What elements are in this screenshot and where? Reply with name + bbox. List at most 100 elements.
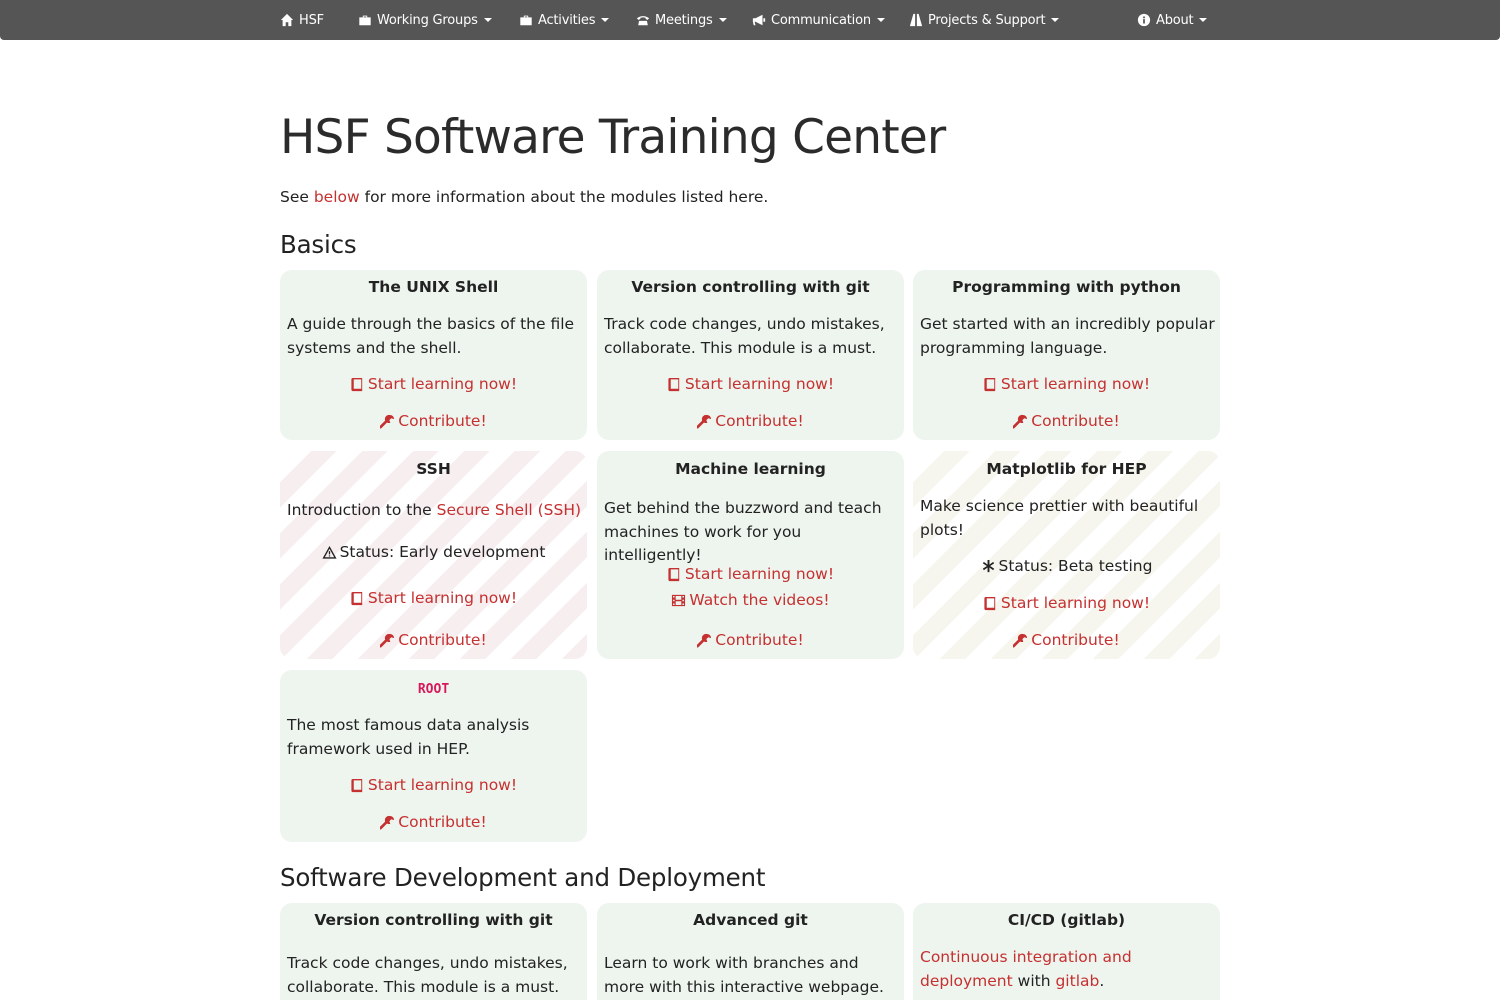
card-title: Advanced git bbox=[693, 911, 808, 929]
contribute-link[interactable]: Contribute! bbox=[913, 629, 1220, 651]
section-title-software-dev: Software Development and Deployment bbox=[280, 863, 766, 892]
card-title: Matplotlib for HEP bbox=[986, 460, 1147, 478]
nav-communication-label: Communication bbox=[771, 12, 871, 28]
book-icon bbox=[668, 567, 680, 581]
secure-shell-link[interactable]: Secure Shell (SSH) bbox=[437, 501, 581, 519]
chevron-down-icon bbox=[876, 18, 885, 22]
nav-brand-label: HSF bbox=[299, 12, 324, 28]
contribute-label: Contribute! bbox=[715, 631, 804, 649]
module-card-ssh: SSH Introduction to the Secure Shell (SS… bbox=[280, 451, 587, 659]
module-card-git-dev: Version controlling with git Track code … bbox=[280, 903, 587, 1000]
briefcase-icon bbox=[359, 15, 371, 26]
start-learning-link[interactable]: Start learning now! bbox=[597, 373, 904, 395]
start-learning-label: Start learning now! bbox=[367, 375, 518, 393]
contribute-link[interactable]: Contribute! bbox=[597, 629, 904, 651]
nav-home-link[interactable]: HSF bbox=[280, 0, 324, 40]
contribute-label: Contribute! bbox=[398, 412, 487, 430]
module-card-root: ROOT The most famous data analysis frame… bbox=[280, 670, 587, 842]
nav-about[interactable]: About bbox=[1137, 0, 1208, 40]
card-title: Machine learning bbox=[675, 460, 826, 478]
card-description: The most famous data analysis framework … bbox=[287, 716, 530, 758]
contribute-link[interactable]: Contribute! bbox=[280, 811, 587, 833]
nav-meetings-label: Meetings bbox=[655, 12, 713, 28]
road-icon bbox=[909, 13, 923, 27]
card-title: ROOT bbox=[417, 682, 450, 697]
start-learning-link[interactable]: Start learning now! bbox=[913, 592, 1220, 614]
info-icon bbox=[1137, 13, 1151, 27]
wrench-icon bbox=[1013, 633, 1028, 647]
chevron-down-icon bbox=[1199, 18, 1208, 22]
card-description: A guide through the basics of the file s… bbox=[287, 315, 575, 357]
module-card-python: Programming with python Get started with… bbox=[913, 270, 1220, 440]
wrench-icon bbox=[1013, 414, 1028, 428]
chevron-down-icon bbox=[718, 18, 727, 22]
start-learning-label: Start learning now! bbox=[367, 776, 518, 794]
module-card-ml: Machine learning Get behind the buzzword… bbox=[597, 451, 904, 659]
card-title: SSH bbox=[416, 460, 451, 478]
intro-text: See below for more information about the… bbox=[280, 186, 768, 208]
start-learning-link[interactable]: Start learning now! bbox=[597, 563, 904, 585]
start-learning-label: Start learning now! bbox=[1000, 375, 1151, 393]
chevron-down-icon bbox=[483, 18, 492, 22]
module-card-git: Version controlling with git Track code … bbox=[597, 270, 904, 440]
book-icon bbox=[984, 377, 996, 391]
contribute-link[interactable]: Contribute! bbox=[280, 410, 587, 432]
section-title-basics: Basics bbox=[280, 230, 357, 259]
contribute-label: Contribute! bbox=[398, 813, 487, 831]
card-description: Track code changes, undo mistakes, colla… bbox=[287, 954, 568, 996]
nav-working-groups-label: Working Groups bbox=[377, 12, 478, 28]
watch-videos-label: Watch the videos! bbox=[689, 591, 830, 609]
wrench-icon bbox=[697, 414, 712, 428]
nav-working-groups[interactable]: Working Groups bbox=[358, 0, 492, 40]
briefcase-icon bbox=[520, 15, 532, 26]
start-learning-link[interactable]: Start learning now! bbox=[280, 373, 587, 395]
card-description: Make science prettier with beautiful plo… bbox=[920, 497, 1199, 539]
contribute-link[interactable]: Contribute! bbox=[913, 410, 1220, 432]
nav-activities[interactable]: Activities bbox=[519, 0, 610, 40]
wrench-icon bbox=[697, 633, 712, 647]
phone-icon bbox=[636, 16, 650, 26]
desc-end: . bbox=[1099, 971, 1105, 990]
start-learning-label: Start learning now! bbox=[684, 565, 835, 583]
nav-meetings[interactable]: Meetings bbox=[636, 0, 727, 40]
card-title: Version controlling with git bbox=[314, 911, 553, 929]
contribute-link[interactable]: Contribute! bbox=[597, 410, 904, 432]
book-icon bbox=[351, 591, 363, 605]
chevron-down-icon bbox=[601, 18, 610, 22]
gitlab-link[interactable]: gitlab bbox=[1055, 972, 1099, 990]
nav-projects-support-label: Projects & Support bbox=[928, 12, 1046, 28]
nav-projects-support[interactable]: Projects & Support bbox=[909, 0, 1060, 40]
start-learning-label: Start learning now! bbox=[684, 375, 835, 393]
top-navbar: HSF Working Groups Activities Meetings C… bbox=[0, 0, 1500, 40]
status-line: Status: Early development bbox=[280, 541, 587, 563]
nav-activities-label: Activities bbox=[538, 12, 596, 28]
card-description: Get started with an incredibly popular p… bbox=[920, 315, 1215, 357]
contribute-label: Contribute! bbox=[398, 631, 487, 649]
book-icon bbox=[351, 377, 363, 391]
nav-about-label: About bbox=[1156, 12, 1194, 28]
card-description: Get behind the buzzword and teach machin… bbox=[604, 499, 882, 564]
start-learning-link[interactable]: Start learning now! bbox=[280, 587, 587, 609]
wrench-icon bbox=[380, 414, 395, 428]
desc-mid: with bbox=[1012, 971, 1056, 990]
start-learning-link[interactable]: Start learning now! bbox=[280, 774, 587, 796]
card-description: Continuous integration and deployment wi… bbox=[920, 946, 1216, 993]
card-title: Programming with python bbox=[952, 278, 1181, 296]
start-learning-link[interactable]: Start learning now! bbox=[913, 373, 1220, 395]
card-title: The UNIX Shell bbox=[368, 278, 499, 296]
card-title: CI/CD (gitlab) bbox=[1007, 911, 1126, 929]
desc-prefix: Introduction to the bbox=[287, 501, 437, 519]
bullhorn-icon bbox=[752, 14, 766, 26]
module-card-matplotlib: Matplotlib for HEP Make science prettier… bbox=[913, 451, 1220, 659]
below-link[interactable]: below bbox=[314, 188, 360, 206]
intro-suffix: for more information about the modules l… bbox=[359, 188, 769, 206]
start-learning-label: Start learning now! bbox=[367, 589, 518, 607]
asterisk-icon bbox=[982, 559, 994, 572]
nav-communication[interactable]: Communication bbox=[752, 0, 885, 40]
start-learning-label: Start learning now! bbox=[1000, 594, 1151, 612]
card-description: Track code changes, undo mistakes, colla… bbox=[604, 315, 885, 357]
watch-videos-link[interactable]: Watch the videos! bbox=[597, 589, 904, 611]
intro-prefix: See bbox=[280, 188, 314, 206]
module-card-unix: The UNIX Shell A guide through the basic… bbox=[280, 270, 587, 440]
contribute-link[interactable]: Contribute! bbox=[280, 629, 587, 651]
